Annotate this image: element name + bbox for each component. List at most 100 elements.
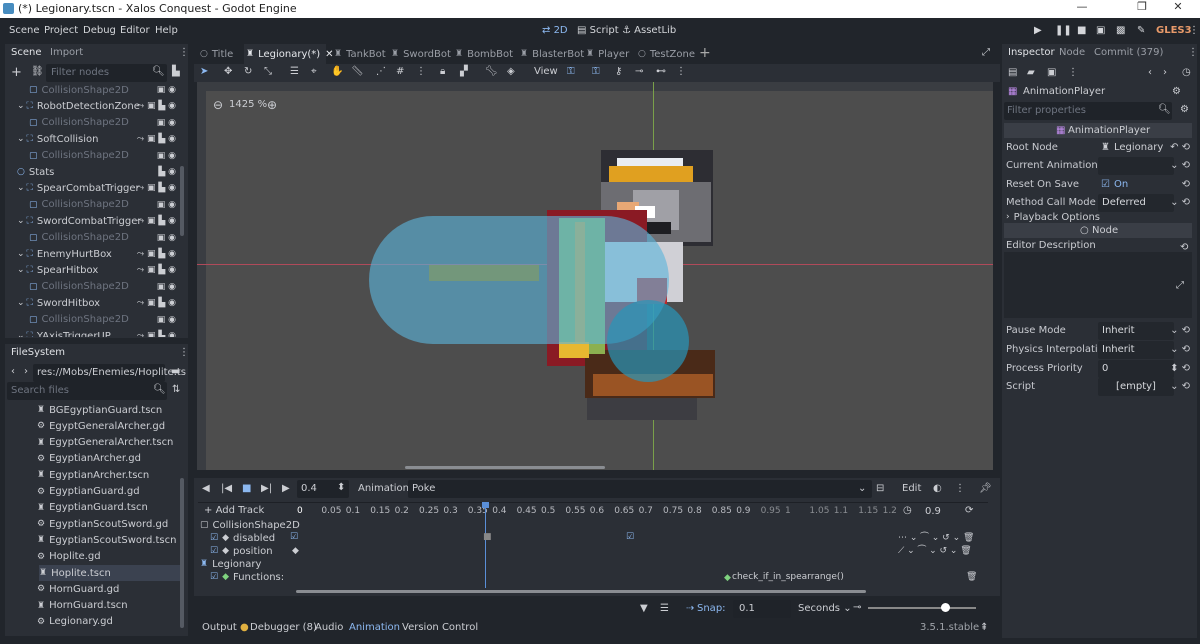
file-item[interactable]: ⚙ Hoplite.gd xyxy=(37,549,178,565)
collapse-icon[interactable]: ⌄ xyxy=(17,134,25,144)
prop-root-node[interactable]: Root Node ♜ Legionary ↶ ⟲ xyxy=(1004,139,1194,157)
file-item[interactable]: ⚙ HornGuard.gd xyxy=(37,581,178,597)
file-item[interactable]: ♜ BGEgyptianGuard.tscn xyxy=(37,402,178,418)
group-icon[interactable]: ▞ xyxy=(460,66,468,77)
collapse-icon[interactable]: ⌄ xyxy=(17,249,25,259)
tab-scene-file[interactable]: ♜ BlasterBot xyxy=(520,44,584,64)
scene-tree-item[interactable]: ⌄ ⛶ YAxisTriggerUP ⤳ ▣ ▙ ◉ xyxy=(17,328,180,338)
menu-project[interactable]: Project xyxy=(44,25,78,36)
visibility-eye-icon[interactable]: ◉ xyxy=(168,265,176,275)
inspected-object[interactable]: AnimationPlayer xyxy=(1023,86,1105,97)
tab-audio[interactable]: Audio xyxy=(315,622,343,633)
tab-scene[interactable]: Scene xyxy=(5,44,48,62)
key-loc-icon[interactable]: ⚿ xyxy=(567,66,575,77)
file-item[interactable]: ⚙ EgyptianScoutSword.gd xyxy=(37,516,178,532)
distraction-free-icon[interactable]: ⤢ xyxy=(982,47,990,58)
collapse-icon[interactable]: ⌄ xyxy=(17,298,25,308)
group-icon[interactable]: ▣ xyxy=(147,331,158,337)
snap-menu-icon[interactable]: ⋮ xyxy=(416,66,426,77)
group-icon[interactable]: ▣ xyxy=(147,298,158,308)
menu-debug[interactable]: Debug xyxy=(83,25,116,36)
track-functions[interactable]: ☑ ◆ Functions: xyxy=(210,569,284,585)
scene-tree-item[interactable]: ○ Stats ▙ ◉ xyxy=(17,164,180,180)
file-item[interactable]: ♜ Hoplite.tscn xyxy=(39,565,180,581)
group-icon[interactable]: ▣ xyxy=(147,134,158,144)
key-auto-icon[interactable]: ⊷ xyxy=(656,66,666,77)
play-from-start-icon[interactable]: ▶| xyxy=(261,483,272,494)
scene-tree-item[interactable]: ⌄ ⛶ EnemyHurtBox ⤳ ▣ ▙ ◉ xyxy=(17,246,180,262)
tab-filesystem[interactable]: FileSystem xyxy=(5,344,72,362)
collapse-icon[interactable]: ⌄ xyxy=(17,183,25,193)
file-item[interactable]: ♜ EgyptianArcher.tscn xyxy=(37,467,178,483)
prop-script[interactable]: Script [empty] ⌄ ⟲ xyxy=(1004,378,1194,396)
play-anim-icon[interactable]: ▶ xyxy=(282,483,290,494)
anim-menu-icon[interactable]: ⋮ xyxy=(955,483,965,494)
visibility-eye-icon[interactable]: ◉ xyxy=(168,331,176,337)
scene-tree-item[interactable]: ⌄ ⛶ SwordCombatTrigger ⤳ ▣ ▙ ◉ xyxy=(17,213,180,229)
object-menu-icon[interactable]: ⚙︎ xyxy=(1172,86,1181,97)
minimize-button[interactable]: — xyxy=(1060,0,1104,13)
interp-icon[interactable]: ⟋ ⌄ ⏜ ⌄ ↺ ⌄ 🗑︎ xyxy=(898,546,972,556)
autoplay-icon[interactable]: ⊟ xyxy=(876,483,884,494)
script-icon[interactable]: ▙ xyxy=(158,249,168,259)
keyframe-function-icon[interactable]: ◆ xyxy=(724,573,731,583)
script-icon[interactable]: ▙ xyxy=(158,183,168,193)
tab-version-control[interactable]: Version Control xyxy=(402,622,478,633)
property-options-icon[interactable]: ⚙︎ xyxy=(1180,104,1189,115)
file-item[interactable]: ⚙ EgyptianArcher.gd xyxy=(37,451,178,467)
tab-scene-file[interactable]: ♜ SwordBot xyxy=(391,44,451,64)
back-icon[interactable]: ‹ xyxy=(11,366,15,377)
play-backwards-start-icon[interactable]: |◀ xyxy=(221,483,232,494)
script-icon[interactable]: ▙ xyxy=(158,265,168,275)
filter-icon[interactable]: ▼ xyxy=(640,603,648,614)
menu-editor[interactable]: Editor xyxy=(120,25,150,36)
file-item[interactable]: ♜ HornGuard.tscn xyxy=(37,598,178,614)
scene-tree-item[interactable]: ▢ CollisionShape2D ▣ ◉ xyxy=(29,230,180,246)
workspace-2d-button[interactable]: ⇄ 2D xyxy=(542,25,568,36)
visibility-eye-icon[interactable]: ◉ xyxy=(168,298,176,308)
group-icon[interactable]: ▣ xyxy=(147,216,158,226)
tab-output[interactable]: Output xyxy=(202,622,237,633)
scene-tree-item[interactable]: ▢ CollisionShape2D ▣ ◉ xyxy=(29,312,180,328)
signal-icon[interactable]: ⤳ xyxy=(137,216,147,226)
visibility-eye-icon[interactable]: ◉ xyxy=(168,233,176,243)
script-attach-icon[interactable]: ▙ xyxy=(172,66,180,77)
visibility-eye-icon[interactable]: ◉ xyxy=(168,85,176,95)
list-icon[interactable]: ☰ xyxy=(660,603,669,614)
play-custom-icon[interactable]: ▩ xyxy=(1116,25,1125,36)
file-item[interactable]: ♜ EgyptGeneralArcher.tscn xyxy=(37,435,178,451)
scene-tree-item[interactable]: ⌄ ⛶ SpearHitbox ⤳ ▣ ▙ ◉ xyxy=(17,262,180,278)
loop-icon[interactable]: ⟳ xyxy=(965,505,973,516)
tab-inspector[interactable]: Inspector xyxy=(1002,44,1061,62)
filter-properties-input[interactable]: Filter properties 🔍︎ xyxy=(1004,102,1172,120)
pan-icon[interactable]: ✋ xyxy=(331,66,343,77)
visibility-eye-icon[interactable]: ◉ xyxy=(168,134,176,144)
close-tab-icon[interactable]: ✕ xyxy=(325,49,333,60)
play-backwards-icon[interactable]: ◀ xyxy=(202,483,210,494)
key-scale-icon[interactable]: ⚷ xyxy=(615,66,622,77)
expand-panel-icon[interactable]: ⇞ xyxy=(980,622,988,633)
select-mode-icon[interactable]: ➤ xyxy=(200,66,208,77)
menu-scene[interactable]: Scene xyxy=(9,25,40,36)
keyframe[interactable]: ■ xyxy=(483,532,492,542)
timeline-zoom-slider[interactable] xyxy=(868,607,976,609)
visibility-eye-icon[interactable]: ◉ xyxy=(168,216,176,226)
collision-circle[interactable] xyxy=(607,300,689,382)
script-icon[interactable]: ▙ xyxy=(158,167,168,177)
pin-icon[interactable]: 📌︎ xyxy=(979,483,992,494)
group-icon[interactable]: ▣ xyxy=(157,85,168,95)
signal-icon[interactable]: ⤳ xyxy=(137,265,147,275)
slider-handle[interactable] xyxy=(941,603,950,612)
prop-current-animation[interactable]: Current Animation ⌄ ⟲ xyxy=(1004,157,1194,175)
tab-scene-file[interactable]: ○ TestZone xyxy=(638,44,698,64)
group-icon[interactable]: ▣ xyxy=(157,200,168,210)
add-node-icon[interactable]: + xyxy=(11,65,22,80)
view-menu[interactable]: View xyxy=(534,66,558,77)
menu-help[interactable]: Help xyxy=(155,25,178,36)
stop-anim-icon[interactable]: ■ xyxy=(242,483,251,494)
group-icon[interactable]: ▣ xyxy=(147,101,158,111)
add-track-button[interactable]: + Add Track xyxy=(204,505,264,516)
stop-icon[interactable]: ■ xyxy=(1077,25,1086,36)
timeline-hscrollbar[interactable] xyxy=(296,590,866,593)
script-icon[interactable]: ▙ xyxy=(158,216,168,226)
